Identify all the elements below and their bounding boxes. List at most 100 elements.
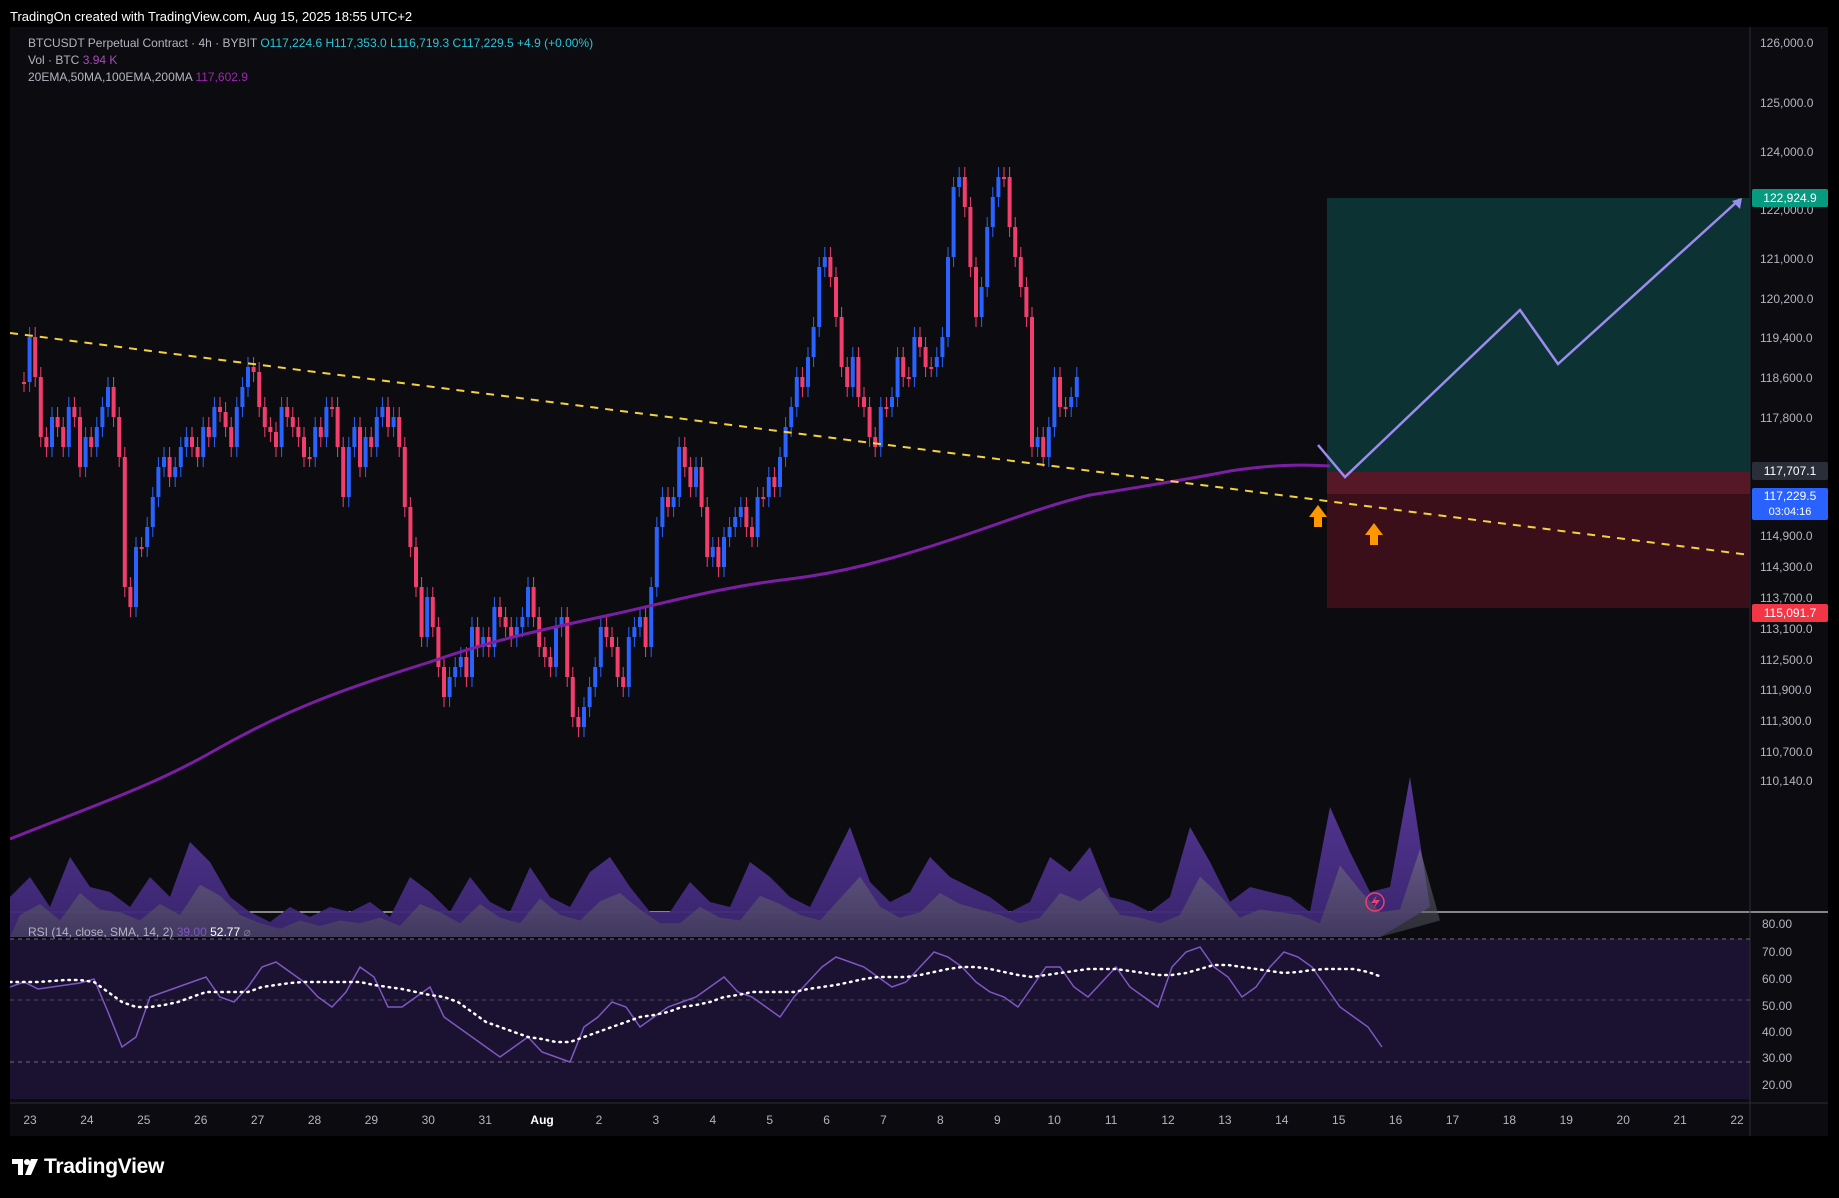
candle-body — [55, 417, 60, 427]
target-price-text: 122,924.9 — [1763, 191, 1817, 205]
candle-body — [867, 407, 872, 437]
candle-body — [587, 687, 592, 707]
current-price-tag[interactable]: 117,229.5 03:04:16 — [1752, 488, 1828, 520]
price-axis-label: 112,500.0 — [1760, 653, 1813, 667]
candle-body — [94, 427, 99, 447]
ohlc-close: C117,229.5 — [452, 36, 514, 50]
candle-body — [1074, 377, 1079, 397]
candle-body — [234, 407, 239, 447]
price-axis-label: 111,900.0 — [1760, 683, 1812, 697]
candle-body — [408, 507, 413, 547]
candle-body — [990, 197, 995, 227]
candle-body — [794, 377, 799, 407]
candle-body — [246, 367, 250, 387]
time-axis-label: 13 — [1218, 1113, 1232, 1127]
candle-body — [111, 387, 116, 417]
candle-body — [330, 407, 334, 409]
target-price-tag[interactable]: 122,924.9 — [1752, 189, 1828, 207]
candle-body — [150, 497, 155, 527]
rsi-axis-label: 60.00 — [1762, 972, 1792, 986]
volume-value: 3.94 K — [82, 53, 118, 67]
candle-body — [380, 407, 385, 417]
candle-body — [554, 627, 558, 667]
time-axis-label: 2 — [596, 1113, 603, 1127]
candle-body — [705, 507, 710, 557]
candle-body — [1018, 257, 1023, 287]
chart-canvas[interactable]: 126,000.0125,000.0124,000.0122,000.0121,… — [8, 27, 1828, 1136]
candle-body — [912, 337, 917, 377]
time-axis-label: 30 — [422, 1113, 436, 1127]
footer-logo[interactable]: TradingView — [12, 1155, 164, 1179]
candle-body — [526, 587, 530, 617]
candle-body — [139, 547, 144, 549]
candle-body — [128, 587, 133, 607]
symbol-legend[interactable]: BTCUSDT Perpetual Contract · 4h · BYBIT … — [28, 36, 593, 50]
candle-body — [464, 657, 469, 677]
ma-label: 20EMA,50MA,100EMA,200MA — [28, 70, 193, 84]
candle-body — [817, 267, 822, 327]
candle-body — [660, 497, 665, 527]
entry-price-tag[interactable]: 117,707.1 — [1752, 462, 1828, 480]
candle-body — [755, 497, 760, 537]
candle-body — [22, 382, 26, 384]
candle-body — [442, 667, 446, 697]
candle-body — [1013, 227, 1018, 257]
candle-body — [727, 527, 732, 537]
candle-body — [576, 717, 581, 727]
candle-body — [218, 407, 222, 412]
candle-body — [862, 397, 866, 407]
candle-body — [38, 377, 43, 437]
rsi-axis[interactable]: 80.00 70.00 60.00 50.00 40.00 30.00 20.00 — [1762, 917, 1792, 1092]
candle-body — [346, 447, 351, 497]
candle-body — [520, 617, 525, 627]
candle-body — [251, 367, 256, 372]
candle-body — [1063, 407, 1068, 409]
candle-body — [1046, 427, 1051, 457]
candle-body — [985, 227, 990, 287]
time-axis-label: 6 — [823, 1113, 830, 1127]
candle-body — [145, 527, 150, 547]
candle-body — [923, 347, 928, 367]
candle-body — [750, 527, 754, 537]
price-axis[interactable]: 126,000.0125,000.0124,000.0122,000.0121,… — [1760, 36, 1814, 788]
candle-body — [190, 437, 194, 447]
price-axis-label: 124,000.0 — [1760, 145, 1814, 159]
price-axis-label: 110,700.0 — [1760, 745, 1813, 759]
eye-off-icon[interactable]: ⌀ — [243, 925, 250, 939]
stop-price-tag[interactable]: 115,091.7 — [1752, 604, 1828, 622]
candle-body — [1058, 377, 1062, 407]
tradingview-logo-icon — [12, 1159, 38, 1175]
candle-body — [61, 427, 66, 447]
volume-legend[interactable]: Vol · BTC 3.94 K — [28, 53, 117, 67]
candle-body — [1069, 397, 1074, 407]
candle-body — [722, 537, 726, 567]
chart-frame[interactable]: 126,000.0 125,000.0 124,000.0 122,000.0 121,… — [8, 27, 1828, 1136]
price-axis-label: 118,600.0 — [1760, 371, 1813, 385]
candle-body — [951, 187, 956, 257]
candle-body — [369, 437, 374, 447]
rsi-axis-label: 70.00 — [1762, 945, 1792, 959]
candle-body — [615, 647, 620, 677]
price-axis-label: 114,900.0 — [1760, 529, 1813, 543]
rsi-axis-label: 50.00 — [1762, 999, 1792, 1013]
brand-name: TradingView — [44, 1155, 165, 1178]
ma-legend[interactable]: 20EMA,50MA,100EMA,200MA 117,602.9 — [28, 70, 248, 84]
candle-body — [890, 397, 894, 407]
price-axis-label: 125,000.0 — [1760, 96, 1814, 110]
candle-body — [279, 407, 284, 447]
time-axis-label: 8 — [937, 1113, 944, 1127]
candle-body — [178, 447, 183, 467]
candle-body — [117, 417, 122, 457]
time-axis[interactable]: 23 24 25 26 27 28 29 30 31 Aug 2 3 4 5 6 7 8 9 10 11 12 13 14 1… — [23, 1113, 1744, 1127]
time-axis-label: 9 — [994, 1113, 1001, 1127]
candle-body — [274, 432, 278, 447]
arrow-up-icon — [1309, 505, 1327, 527]
price-axis-label: 110,140.0 — [1760, 774, 1813, 788]
candle-body — [845, 367, 850, 387]
candle-body — [44, 437, 49, 447]
candle-body — [884, 407, 889, 409]
rsi-legend[interactable]: RSI (14, close, SMA, 14, 2) 39.00 52.77 … — [28, 925, 251, 939]
candle-body — [302, 437, 306, 457]
candle-body — [402, 447, 407, 507]
candle-body — [83, 437, 88, 467]
